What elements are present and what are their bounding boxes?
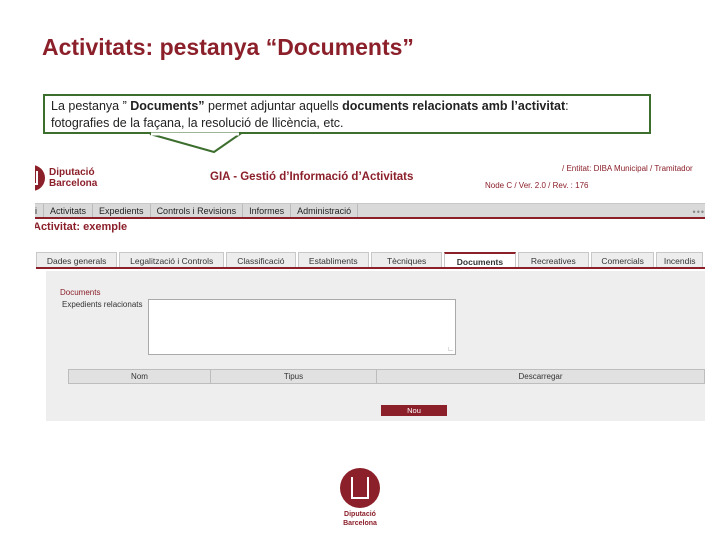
menu-item-administracio[interactable]: Administració [291,204,359,217]
diba-logo: Diputació Barcelona [35,165,129,195]
related-files-label: Expedients relacionats [62,300,143,309]
more-dots-icon[interactable]: ••• [693,207,705,217]
tab-recreatives[interactable]: Recreatives [517,252,589,267]
menu-item-controls[interactable]: Controls i Revisions [151,204,244,217]
menu-item-expedients[interactable]: Expedients [93,204,151,217]
callout-text-1: La pestanya ” [51,99,131,113]
documents-table-header: Nom Tipus Descarregar [68,369,705,384]
callout-tab-name: Documents” [130,99,205,113]
app-title: GIA - Gestió d’Informació d’Activitats [210,171,414,183]
menu-item-informes[interactable]: Informes [243,204,292,217]
related-files-textarea[interactable]: ∟ [148,299,456,355]
tab-classificacio[interactable]: Classificació [226,252,296,267]
new-document-button[interactable]: Nou [381,405,447,416]
tab-tecniques[interactable]: Tècniques [370,252,443,267]
footer-emblem-icon [340,468,380,508]
diba-logo-text: Diputació Barcelona [49,167,98,189]
documents-panel: Documents Expedients relacionats ∟ Nom T… [46,271,705,421]
diba-emblem-icon [35,165,45,191]
callout-colon: : [565,99,569,113]
menu-item-activitats[interactable]: Activitats [44,204,94,217]
menu-item-inici[interactable]: Inici [35,204,45,217]
section-label: Documents [60,288,101,297]
tab-incendis[interactable]: Incendis [656,252,703,267]
column-nom[interactable]: Nom [69,370,211,383]
callout-text-2: permet adjuntar aquells [204,99,343,113]
column-descarregar[interactable]: Descarregar [377,370,704,383]
tab-dades-generals[interactable]: Dades generals [36,252,118,267]
main-menu: Inici Activitats Expedients Controls i R… [35,203,705,219]
column-tipus[interactable]: Tipus [211,370,377,383]
footer-logo-text: Diputació Barcelona [343,511,377,527]
version-info: Node C / Ver. 2.0 / Rev. : 176 [485,181,589,190]
page-heading: Activitat: exemple [35,221,128,233]
tab-bar: Dades generals Legalització i Controls C… [36,252,705,269]
tab-documents[interactable]: Documents [444,252,516,267]
tab-legalitzacio[interactable]: Legalització i Controls [119,252,225,267]
slide-title: Activitats: pestanya “Documents” [42,34,414,60]
resize-grip-icon[interactable]: ∟ [447,346,454,353]
tab-establiments[interactable]: Establiments [297,252,369,267]
footer-logo: Diputació Barcelona [338,468,382,528]
callout-box: La pestanya ” Documents” permet adjuntar… [43,94,651,134]
callout-line-2: fotografies de la façana, la resolució d… [51,116,344,130]
entity-info: / Entitat: DIBA Municipal / Tramitador [562,164,693,173]
callout-emphasis: documents relacionats amb l’activitat [342,99,566,113]
app-screenshot: Diputació Barcelona GIA - Gestió d’Infor… [35,155,705,421]
tab-comercials[interactable]: Comercials [590,252,655,267]
